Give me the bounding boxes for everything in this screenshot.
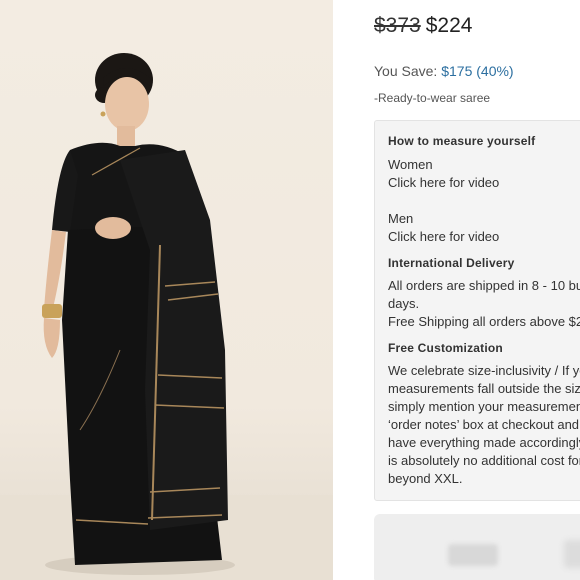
- customization-line: is absolutely no additional cost for: [388, 453, 580, 468]
- measure-heading: How to measure yourself: [388, 134, 536, 148]
- product-tagline: -Ready-to-wear saree: [374, 91, 491, 105]
- customization-line: measurements fall outside the size c: [388, 381, 580, 396]
- sale-price: $224: [425, 14, 473, 37]
- delivery-heading: International Delivery: [388, 256, 515, 270]
- delivery-line: All orders are shipped in 8 - 10 bus: [388, 278, 580, 293]
- men-label: Men: [388, 211, 414, 226]
- customization-line: We celebrate size-inclusivity / If yo: [388, 363, 580, 378]
- info-panel: How to measure yourself Women Click here…: [374, 120, 580, 501]
- price-row: $373 $224: [374, 14, 472, 38]
- delivery-line: days.: [388, 296, 420, 311]
- blurred-option[interactable]: [448, 544, 498, 566]
- size-selector-area[interactable]: [374, 514, 580, 580]
- customization-line: have everything made accordingly.: [388, 435, 580, 450]
- original-price: $373: [374, 14, 421, 37]
- blurred-option[interactable]: [564, 540, 580, 568]
- customization-heading: Free Customization: [388, 341, 503, 355]
- women-label: Women: [388, 157, 433, 172]
- savings-row: You Save: $175 (40%): [374, 63, 514, 79]
- product-image[interactable]: [0, 0, 333, 580]
- customization-line: ‘order notes’ box at checkout and w: [388, 417, 580, 432]
- savings-label: You Save:: [374, 63, 438, 79]
- delivery-line: Free Shipping all orders above $20: [388, 314, 580, 329]
- women-video-link[interactable]: Click here for video: [388, 174, 580, 192]
- savings-value: $175 (40%): [441, 63, 514, 79]
- men-video-link[interactable]: Click here for video: [388, 228, 580, 246]
- customization-line: simply mention your measurements: [388, 399, 580, 414]
- customization-line: beyond XXL.: [388, 471, 463, 486]
- model-figure: [0, 53, 333, 580]
